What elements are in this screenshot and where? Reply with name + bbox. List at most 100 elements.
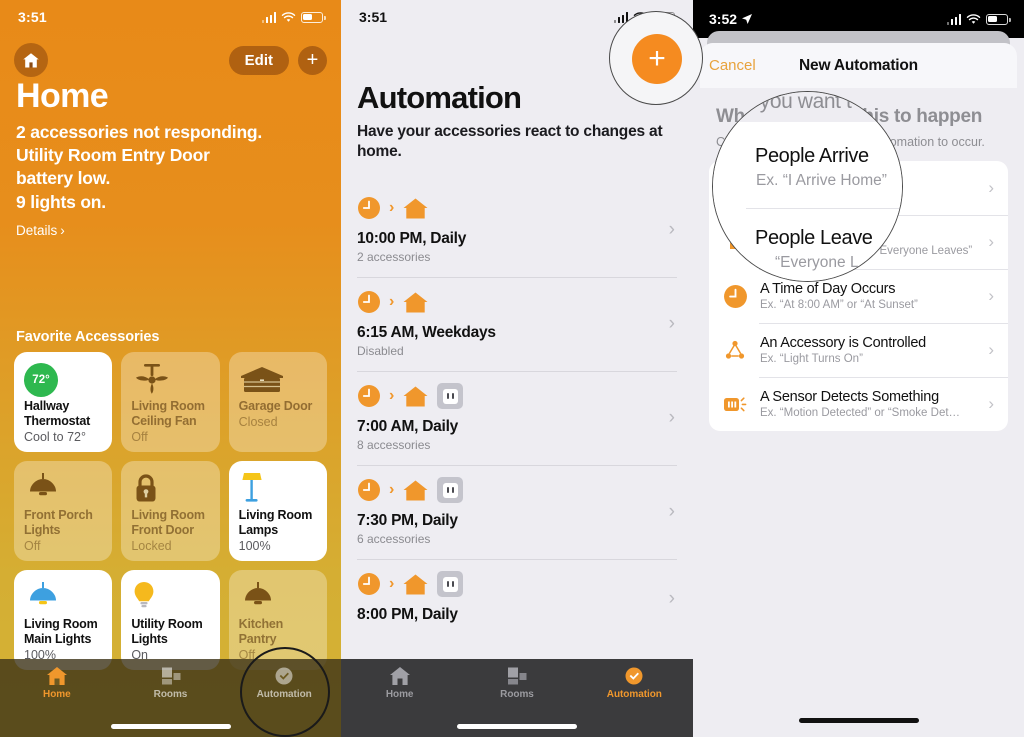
tile-name: Living Room Ceiling Fan: [131, 399, 205, 428]
chevron-right-small-icon: ›: [389, 481, 395, 498]
magnifier-lens-trigger-rows: n you want t People Arrive Ex. “I Arrive…: [712, 91, 903, 282]
tile-name: Kitchen Pantry: [238, 617, 284, 646]
chevron-right-icon: ›: [988, 178, 994, 197]
tab-label: Home: [385, 689, 414, 700]
chevron-right-small-icon: ›: [389, 575, 395, 592]
automation-row[interactable]: › 7:00 AM, Daily 8 accessories ›: [341, 371, 693, 465]
cancel-button[interactable]: Cancel: [709, 57, 756, 74]
tab-label: Rooms: [500, 689, 534, 700]
tab-home[interactable]: Home: [0, 665, 114, 711]
page-title: Automation: [357, 80, 522, 115]
trigger-title: An Accessory is Controlled: [760, 335, 926, 351]
floor-lamp-icon: [239, 470, 317, 508]
pendant-light-icon: [24, 470, 102, 508]
trigger-row-accessory-controlled[interactable]: An Accessory is Controlled Ex. “Light Tu…: [709, 323, 1008, 377]
tab-bar-panel2: Home Rooms Automation: [341, 659, 693, 737]
garage-door-icon: [239, 361, 317, 399]
automation-row[interactable]: › 6:15 AM, Weekdays Disabled ›: [341, 277, 693, 371]
summary-line: battery low.: [16, 168, 111, 189]
tile-name: Hallway Thermostat: [24, 399, 91, 428]
status-bar-panel1: 3:51: [0, 0, 341, 34]
house-icon: [46, 667, 67, 685]
home-topbar: Edit +: [0, 42, 341, 78]
wifi-icon: [966, 13, 981, 24]
thermostat-icon: 72°: [24, 361, 102, 399]
clock-icon: [358, 291, 380, 313]
edit-button[interactable]: Edit: [228, 45, 289, 75]
clock-icon: [722, 284, 748, 309]
trigger-subtitle: Ex. “Motion Detected” or “Smoke Det…: [760, 407, 961, 419]
lock-icon: [131, 470, 209, 508]
tile-living-room-main-lights[interactable]: Living Room Main Lights 100%: [14, 570, 113, 670]
tile-hallway-thermostat[interactable]: 72° Hallway Thermostat Cool to 72°: [14, 352, 113, 452]
home-topbar-actions: Edit +: [228, 45, 327, 75]
panel-home: 3:51 Edit + Home 2 accessories not respo…: [0, 0, 341, 737]
add-button[interactable]: +: [298, 45, 327, 75]
status-bar-panel3: 3:52: [693, 0, 1024, 38]
house-icon: [389, 667, 410, 685]
summary-line: 2 accessories not responding.: [16, 121, 263, 142]
chevron-right-icon: ›: [988, 394, 994, 413]
tile-garage-door[interactable]: Garage Door Closed: [228, 352, 327, 452]
house-icon: [403, 480, 428, 500]
chevron-right-icon: ›: [988, 340, 994, 359]
chevron-right-small-icon: ›: [389, 387, 395, 404]
home-indicator: [457, 724, 577, 729]
automation-subtitle: Disabled: [357, 344, 404, 358]
summary-line: Utility Room Entry Door: [16, 144, 210, 165]
chevron-right-small-icon: ›: [389, 199, 395, 216]
chevron-right-icon: ›: [668, 501, 675, 522]
page-title: Home: [16, 77, 109, 115]
tab-home[interactable]: Home: [341, 665, 458, 711]
trigger-title: A Time of Day Occurs: [760, 281, 896, 297]
tile-name: Front Porch Lights: [24, 508, 93, 537]
house-icon: [403, 574, 428, 594]
pendant-light-icon: [239, 579, 317, 617]
favorites-header: Favorite Accessories: [16, 329, 160, 345]
sheet-navbar: Cancel New Automation: [700, 43, 1017, 88]
sheet-title: New Automation: [799, 56, 918, 74]
status-icons: [261, 11, 326, 23]
tile-living-room-lamps[interactable]: Living Room Lamps 100%: [228, 461, 327, 561]
automation-clock-icon: [625, 667, 643, 685]
automation-row[interactable]: › 7:30 PM, Daily 6 accessories ›: [341, 465, 693, 559]
tile-living-room-ceiling-fan[interactable]: Living Room Ceiling Fan Off: [121, 352, 220, 452]
automation-row-icons: ›: [357, 571, 677, 597]
magnified-row-title: People Arrive: [755, 145, 869, 167]
tab-rooms[interactable]: Rooms: [114, 665, 228, 711]
bulb-icon: [131, 579, 209, 617]
tile-living-room-front-door[interactable]: Living Room Front Door Locked: [121, 461, 220, 561]
chevron-right-small-icon: ›: [389, 293, 395, 310]
trigger-row-sensor[interactable]: A Sensor Detects Something Ex. “Motion D…: [709, 377, 1008, 431]
details-link[interactable]: Details ›: [16, 223, 327, 238]
automation-row[interactable]: › 8:00 PM, Daily ›: [341, 559, 693, 639]
house-icon: [403, 198, 428, 218]
house-icon: [23, 52, 39, 67]
add-automation-button[interactable]: +: [632, 34, 682, 84]
screenshot-stage: 3:51 Edit + Home 2 accessories not respo…: [0, 0, 1024, 737]
automation-row[interactable]: › 10:00 PM, Daily 2 accessories ›: [341, 183, 693, 277]
chevron-right-icon: ›: [668, 407, 675, 428]
highlight-circle-automation-tab: [240, 647, 330, 737]
chevron-right-icon: ›: [668, 313, 675, 334]
pendant-light-icon: [24, 579, 102, 617]
clock-icon: [358, 479, 380, 501]
clock-icon: [358, 385, 380, 407]
automation-title: 7:30 PM, Daily: [357, 512, 458, 529]
panel-automation: 3:51 Automation Have your accessories re…: [341, 0, 693, 737]
magnified-header-text: n you want t: [743, 91, 852, 113]
home-indicator: [798, 718, 919, 723]
magnified-row-subtitle: “Everyone L: [775, 254, 859, 271]
tab-automation[interactable]: Automation: [576, 665, 693, 711]
automation-title: 7:00 AM, Daily: [357, 418, 459, 435]
tile-utility-room-lights[interactable]: Utility Room Lights On: [121, 570, 220, 670]
automation-row-icons: ›: [357, 383, 677, 409]
status-time-text: 3:52: [709, 11, 738, 27]
tab-rooms[interactable]: Rooms: [458, 665, 575, 711]
tile-name: Garage Door: [238, 399, 313, 413]
tile-name: Living Room Front Door: [131, 508, 205, 537]
automation-title: 10:00 PM, Daily: [357, 230, 467, 247]
trigger-text: An Accessory is Controlled Ex. “Light Tu…: [760, 335, 976, 365]
home-menu-button[interactable]: [14, 43, 48, 77]
tile-front-porch-lights[interactable]: Front Porch Lights Off: [14, 461, 113, 561]
